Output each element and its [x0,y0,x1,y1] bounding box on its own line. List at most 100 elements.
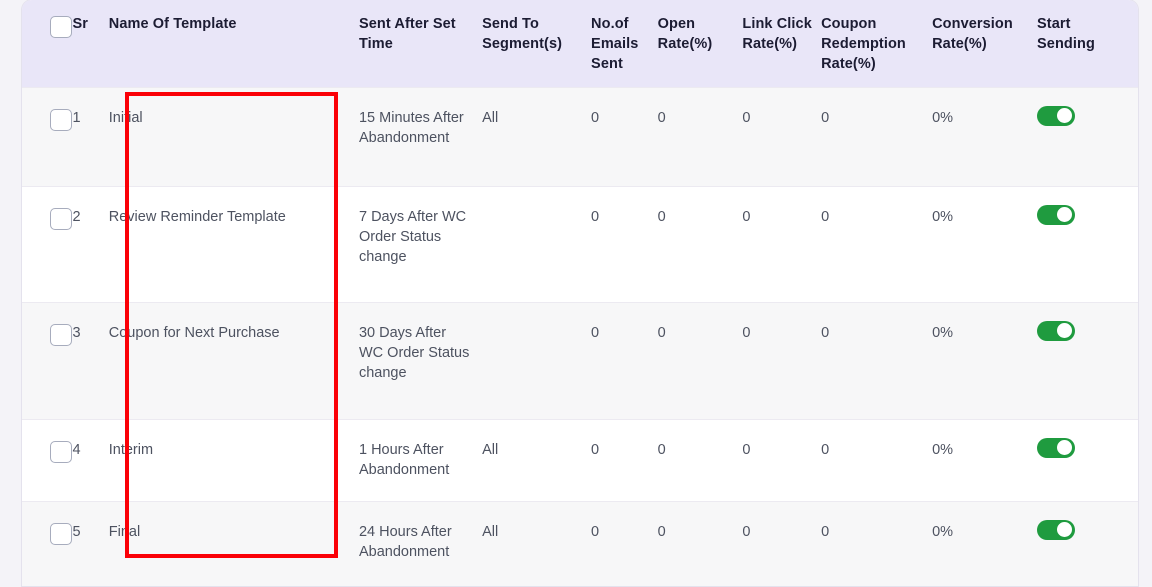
row-sr-value: 3 [72,324,81,341]
row-conversion-rate-cell: 0% [932,185,1038,302]
row-segments-value: All [482,441,499,458]
row-open-rate-value: 0 [657,109,666,126]
row-sr-cell: 1 [72,86,109,186]
row-sent-after-value: 24 Hours After Abandonment [358,523,452,560]
row-template-name-cell[interactable]: Interim [108,418,359,501]
table-row: 1 Initial 15 Minutes After Abandonment A… [22,86,1138,186]
row-template-name-value: Initial [108,109,143,126]
start-sending-toggle[interactable] [1037,204,1076,225]
row-select-cell [22,86,73,186]
row-start-sending-cell [1037,86,1138,186]
page-root: Sr Name Of Template Sent After Set Time … [0,0,1152,587]
toggle-knob-icon [1057,323,1073,338]
row-open-rate-value: 0 [657,324,666,341]
toggle-knob-icon [1057,207,1073,222]
row-open-rate-value: 0 [657,441,666,458]
row-template-name-value: Final [108,523,141,540]
row-coupon-redemption-rate-cell: 0 [821,185,933,302]
templates-table-card: Sr Name Of Template Sent After Set Time … [22,0,1138,586]
row-link-click-rate-cell: 0 [742,418,822,501]
row-emails-sent-value: 0 [591,441,600,458]
row-emails-sent-value: 0 [591,208,600,225]
header-name-of-template-label: Name Of Template [108,16,237,32]
table-row: 5 Final 24 Hours After Abandonment All 0 [22,500,1138,586]
row-template-name-cell[interactable]: Initial [108,86,359,186]
header-coupon-redemption-rate: Coupon Redemption Rate(%) [821,0,932,87]
start-sending-toggle[interactable] [1037,320,1076,341]
row-sent-after-cell: 7 Days After WC Order Status change [358,185,483,302]
row-open-rate-cell: 0 [657,185,743,302]
row-emails-sent-cell: 0 [591,418,658,501]
row-sr-value: 5 [72,523,81,540]
start-sending-toggle[interactable] [1037,519,1076,540]
select-all-checkbox[interactable] [50,16,72,38]
row-sr-value: 2 [72,208,81,225]
row-coupon-redemption-rate-cell: 0 [821,500,933,586]
row-template-name-cell[interactable]: Coupon for Next Purchase [108,301,359,419]
row-sent-after-cell: 1 Hours After Abandonment [358,418,483,501]
table-body: 1 Initial 15 Minutes After Abandonment A… [22,86,1138,586]
row-conversion-rate-value: 0% [932,441,954,458]
row-select-checkbox[interactable] [50,323,72,346]
table-row: 4 Interim 1 Hours After Abandonment All … [22,418,1138,501]
row-coupon-redemption-rate-value: 0 [821,324,830,341]
row-sr-value: 1 [72,109,81,126]
row-sr-cell: 4 [72,418,109,501]
row-select-checkbox[interactable] [50,440,72,463]
table-row: 2 Review Reminder Template 7 Days After … [22,185,1138,302]
header-open-rate: Open Rate(%) [658,0,743,87]
row-conversion-rate-value: 0% [932,324,954,341]
start-sending-toggle[interactable] [1037,437,1076,458]
row-emails-sent-cell: 0 [591,185,658,302]
row-conversion-rate-cell: 0% [932,86,1038,186]
row-open-rate-cell: 0 [657,418,743,501]
row-select-checkbox[interactable] [50,207,72,230]
row-sent-after-value: 15 Minutes After Abandonment [358,109,464,146]
header-start-sending: Start Sending [1037,0,1138,87]
row-segments-cell: All [482,500,592,586]
row-segments-value: All [482,109,499,126]
table-row: 3 Coupon for Next Purchase 30 Days After… [22,301,1138,419]
row-conversion-rate-cell: 0% [932,418,1038,501]
row-segments-cell [482,185,592,302]
row-sr-cell: 3 [72,301,109,419]
row-open-rate-cell: 0 [657,301,743,419]
row-template-name-value: Interim [108,441,154,458]
row-segments-cell: All [482,418,592,501]
row-conversion-rate-cell: 0% [932,301,1038,419]
row-coupon-redemption-rate-value: 0 [821,109,830,126]
row-coupon-redemption-rate-value: 0 [821,523,830,540]
start-sending-toggle[interactable] [1037,105,1076,126]
header-select-all [22,0,72,87]
row-select-cell [22,185,73,302]
templates-table: Sr Name Of Template Sent After Set Time … [22,0,1138,586]
row-start-sending-cell [1037,185,1138,302]
row-emails-sent-cell: 0 [591,86,658,186]
row-segments-cell [482,301,592,419]
row-start-sending-cell [1037,418,1138,501]
row-template-name-cell[interactable]: Review Reminder Template [108,185,359,302]
row-emails-sent-value: 0 [591,109,600,126]
row-conversion-rate-cell: 0% [932,500,1038,586]
row-sr-value: 4 [72,441,81,458]
row-conversion-rate-value: 0% [932,523,954,540]
row-link-click-rate-cell: 0 [742,301,822,419]
row-select-checkbox[interactable] [50,108,72,131]
row-link-click-rate-value: 0 [742,523,751,540]
row-coupon-redemption-rate-cell: 0 [821,86,933,186]
row-open-rate-value: 0 [657,208,666,225]
row-sent-after-cell: 15 Minutes After Abandonment [358,86,483,186]
header-link-click-rate: Link Click Rate(%) [742,0,821,87]
header-send-to-segments-label: Send To Segment(s) [482,16,563,52]
row-template-name-value: Review Reminder Template [108,208,286,225]
row-open-rate-value: 0 [657,523,666,540]
row-sent-after-value: 7 Days After WC Order Status change [358,208,467,265]
header-sent-after-set-time-label: Sent After Set Time [358,16,456,52]
row-template-name-cell[interactable]: Final [108,500,359,586]
row-select-cell [22,418,73,501]
row-start-sending-cell [1037,500,1138,586]
row-start-sending-cell [1037,301,1138,419]
header-start-sending-label: Start Sending [1037,16,1095,52]
header-open-rate-label: Open Rate(%) [657,16,713,52]
row-select-checkbox[interactable] [50,522,72,545]
